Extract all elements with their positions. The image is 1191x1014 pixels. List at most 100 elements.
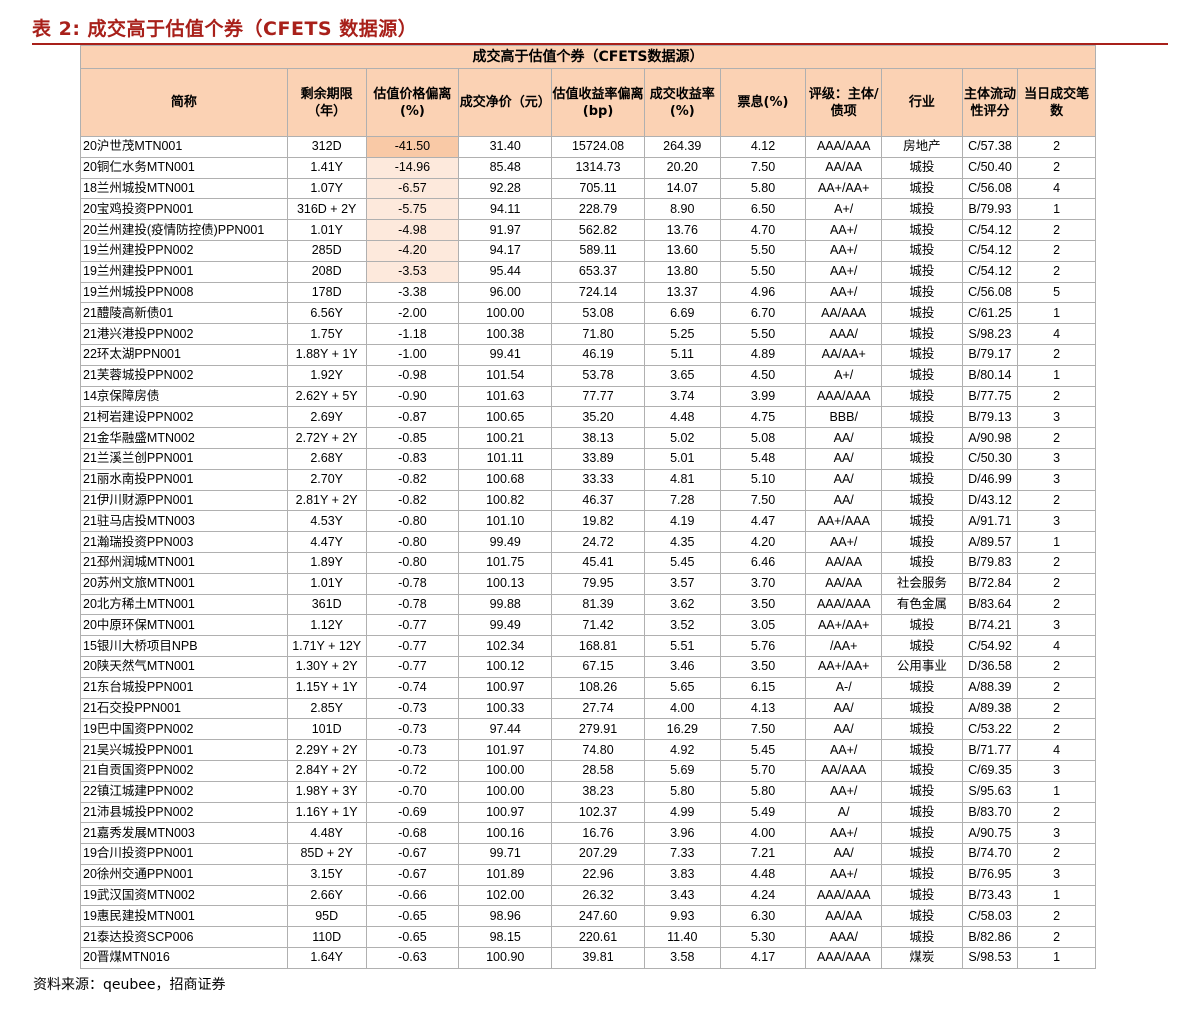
coupon-cell: 7.50 [719,718,807,741]
industry-cell: 城投 [881,281,963,304]
net-price-cell: 101.11 [458,447,553,470]
remaining-term-cell: 2.85Y [286,697,367,720]
table-row: 21醴陵高新债01 6.56Y -2.00 100.00 53.08 6.69 6.70 AA… [80,302,1096,325]
trade-yield-cell: 8.90 [643,198,721,221]
rating-cell: AA+/ [805,260,883,283]
industry-cell: 城投 [881,260,963,283]
coupon-cell: 5.50 [719,260,807,283]
coupon-cell: 5.70 [719,759,807,782]
industry-cell: 城投 [881,843,963,865]
header-col-yield-deviation: 估值收益率偏离(bp) [551,68,645,137]
yield-deviation-cell: 38.23 [551,780,645,803]
remaining-term-cell: 1.07Y [286,177,367,200]
price-deviation-cell: -6.57 [365,177,460,200]
trade-count-cell: 1 [1017,364,1096,387]
rating-cell: AAA/ [805,323,883,345]
liquidity-score-cell: D/36.58 [961,655,1019,678]
yield-deviation-cell: 26.32 [551,884,645,907]
bond-name-cell: 20北方稀土MTN001 [80,593,288,616]
remaining-term-cell: 1.88Y + 1Y [286,343,367,366]
price-deviation-cell: -0.67 [365,863,460,886]
trade-yield-cell: 7.28 [643,489,721,512]
trade-count-cell: 4 [1017,323,1096,345]
yield-deviation-cell: 46.19 [551,343,645,366]
remaining-term-cell: 1.92Y [286,364,367,387]
trade-count-cell: 2 [1017,239,1096,262]
remaining-term-cell: 1.01Y [286,572,367,595]
trade-count-cell: 3 [1017,614,1096,637]
trade-yield-cell: 5.11 [643,343,721,366]
table-row: 20陕天然气MTN001 1.30Y + 2Y -0.77 100.12 67.15 3.… [80,655,1096,678]
rating-cell: AA/ [805,427,883,449]
trade-yield-cell: 4.48 [643,406,721,429]
price-deviation-cell: -0.67 [365,843,460,865]
net-price-cell: 85.48 [458,156,553,179]
coupon-cell: 6.30 [719,905,807,928]
trade-count-cell: 4 [1017,177,1096,200]
bond-name-cell: 14京保障房债 [80,385,288,408]
yield-deviation-cell: 67.15 [551,655,645,678]
remaining-term-cell: 85D + 2Y [286,843,367,865]
price-deviation-cell: -0.65 [365,926,460,949]
liquidity-score-cell: S/95.63 [961,780,1019,803]
coupon-cell: 5.45 [719,739,807,761]
industry-cell: 城投 [881,177,963,200]
bond-name-cell: 21吴兴城投PPN001 [80,739,288,761]
bond-name-cell: 22镇江城建PPN002 [80,780,288,803]
bond-table: 成交高于估值个券（CFETS数据源） 简称 剩余期限（年） 估值价格偏离(%) 成交净… [80,45,1096,969]
yield-deviation-cell: 15724.08 [551,136,645,158]
price-deviation-cell: -0.72 [365,759,460,782]
trade-count-cell: 2 [1017,572,1096,595]
trade-yield-cell: 3.83 [643,863,721,886]
liquidity-score-cell: B/83.70 [961,801,1019,824]
trade-yield-cell: 5.51 [643,635,721,657]
trade-yield-cell: 4.99 [643,801,721,824]
table-row: 20宝鸡投资PPN001 316D + 2Y -5.75 94.11 228.79 8.9… [80,198,1096,221]
industry-cell: 城投 [881,635,963,657]
net-price-cell: 100.38 [458,323,553,345]
net-price-cell: 94.11 [458,198,553,221]
remaining-term-cell: 4.48Y [286,822,367,845]
price-deviation-cell: -14.96 [365,156,460,179]
remaining-term-cell: 1.15Y + 1Y [286,676,367,699]
remaining-term-cell: 1.01Y [286,219,367,241]
industry-cell: 社会服务 [881,572,963,595]
yield-deviation-cell: 19.82 [551,510,645,533]
liquidity-score-cell: A/88.39 [961,676,1019,699]
price-deviation-cell: -0.80 [365,551,460,574]
liquidity-score-cell: B/79.93 [961,198,1019,221]
net-price-cell: 100.00 [458,780,553,803]
bond-name-cell: 18兰州城投MTN001 [80,177,288,200]
coupon-cell: 6.70 [719,302,807,325]
net-price-cell: 100.00 [458,759,553,782]
liquidity-score-cell: C/61.25 [961,302,1019,325]
price-deviation-cell: -0.80 [365,531,460,553]
net-price-cell: 99.49 [458,614,553,637]
coupon-cell: 5.76 [719,635,807,657]
coupon-cell: 3.99 [719,385,807,408]
industry-cell: 城投 [881,718,963,741]
trade-count-cell: 2 [1017,905,1096,928]
trade-yield-cell: 5.01 [643,447,721,470]
trade-yield-cell: 5.02 [643,427,721,449]
bond-name-cell: 19巴中国资PPN002 [80,718,288,741]
bond-name-cell: 20宝鸡投资PPN001 [80,198,288,221]
rating-cell: AA/AA+ [805,343,883,366]
yield-deviation-cell: 33.33 [551,468,645,491]
trade-count-cell: 1 [1017,947,1096,969]
coupon-cell: 5.80 [719,177,807,200]
rating-cell: A+/ [805,364,883,387]
coupon-cell: 3.70 [719,572,807,595]
rating-cell: AAA/AAA [805,947,883,969]
coupon-cell: 4.70 [719,219,807,241]
rating-cell: AA+/ [805,219,883,241]
coupon-cell: 4.75 [719,406,807,429]
coupon-cell: 4.13 [719,697,807,720]
trade-count-cell: 2 [1017,385,1096,408]
rating-cell: A/ [805,801,883,824]
trade-yield-cell: 7.33 [643,843,721,865]
bond-name-cell: 21伊川财源PPN001 [80,489,288,512]
yield-deviation-cell: 27.74 [551,697,645,720]
trade-count-cell: 5 [1017,281,1096,304]
rating-cell: AA/AA [805,905,883,928]
